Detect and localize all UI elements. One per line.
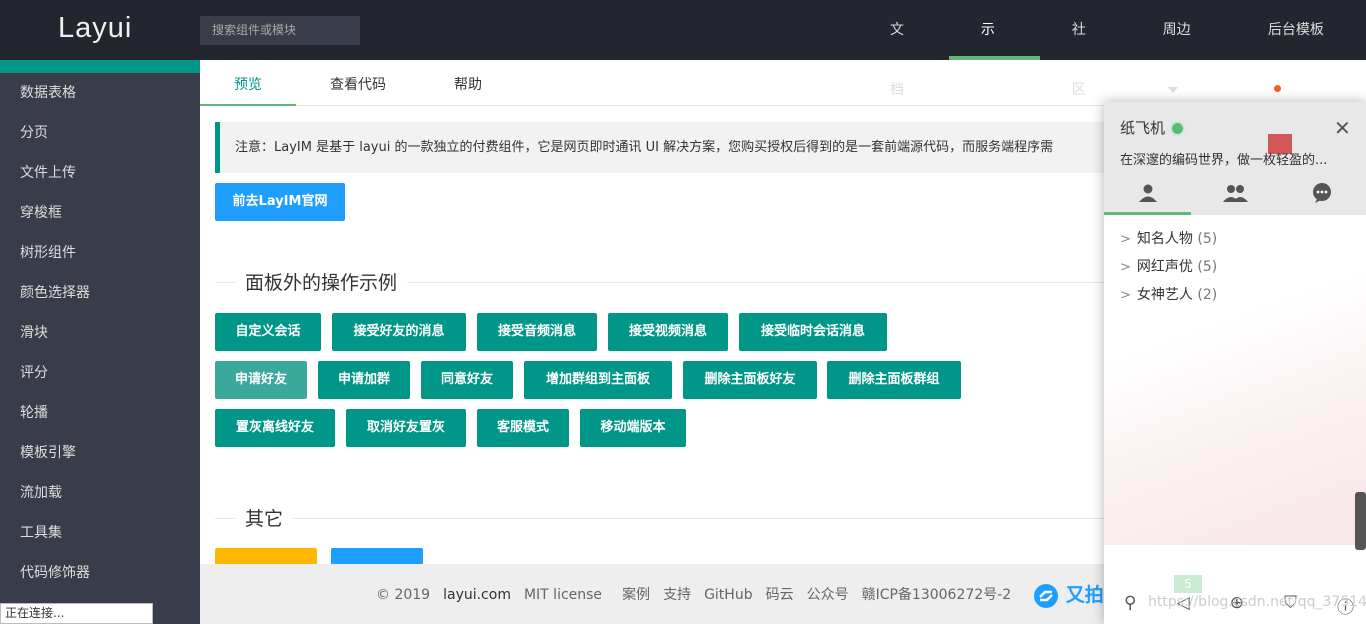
layim-header: 纸飞机 ✕ 在深邃的编码世界，做一枚轻盈的... [1104,102,1366,215]
layui-logo[interactable]: Layui [58,12,132,45]
chevron-right-icon: > [1120,232,1131,247]
footer-link[interactable]: GitHub [704,587,753,603]
demo-tabs: 预览 查看代码 帮助 [200,60,1366,106]
online-status-icon[interactable] [1172,123,1184,134]
sidebar-item[interactable]: 评分 [0,353,200,393]
sidebar-item[interactable]: 文件上传 [0,153,200,193]
action-button[interactable]: 申请加群 [318,361,410,399]
action-button[interactable]: 删除主面板群组 [827,361,961,399]
nav-around-label: 周边 [1162,22,1191,38]
friend-group[interactable]: > 女神艺人 (2) [1104,281,1366,309]
action-button[interactable]: 申请好友 [215,361,307,399]
sidebar-accent [0,60,200,73]
action-button[interactable]: 自定义会话 [215,313,321,351]
layim-username: 纸飞机 [1120,119,1166,137]
top-nav: 文档 示例 社区 周边 后台模板 [858,0,1366,98]
chat-history-tab-icon[interactable] [1278,177,1365,215]
footer-link[interactable]: 案例 [622,587,650,603]
action-button[interactable]: 接受视频消息 [608,313,728,351]
action-button[interactable]: 客服模式 [477,409,569,447]
footer-link[interactable]: 支持 [663,587,691,603]
layim-tabs [1104,177,1366,215]
section-divider [215,518,1165,519]
sidebar-item[interactable]: 轮播 [0,393,200,433]
tab-help[interactable]: 帮助 [420,60,516,106]
nav-around[interactable]: 周边 [1131,0,1236,93]
sidebar-item[interactable]: 穿梭框 [0,193,200,233]
group-name: 网红声优 [1136,259,1193,275]
top-header: Layui 搜索组件或模块 文档 示例 社区 周边 后台模板 [0,0,1366,98]
action-button[interactable]: 移动端版本 [580,409,686,447]
resize-handle[interactable] [1355,492,1366,550]
footer-link[interactable]: 赣ICP备13006272号-2 [862,587,1012,603]
browser-status: 正在连接... [0,603,153,624]
footer-link[interactable]: 公众号 [807,587,849,603]
upyun-icon [1034,583,1059,608]
layim-panel[interactable]: 纸飞机 ✕ 在深邃的编码世界，做一枚轻盈的... > 知名人物 (5) > 网红声优… [1104,102,1366,624]
message-badge: 5 [1174,575,1202,593]
footer-link[interactable]: 码云 [766,587,794,603]
other-button[interactable] [215,548,317,564]
action-button[interactable]: 接受音频消息 [477,313,597,351]
layim-signature[interactable]: 在深邃的编码世界，做一枚轻盈的... [1120,149,1356,168]
group-tab-icon[interactable] [1191,177,1278,215]
sidebar-item[interactable]: 代码修饰器 [0,553,200,593]
nav-admin-template[interactable]: 后台模板 [1236,0,1366,92]
action-button[interactable]: 删除主面板好友 [683,361,817,399]
group-count: (2) [1197,287,1218,303]
group-count: (5) [1197,259,1218,275]
sidebar-item[interactable]: 滑块 [0,313,200,353]
sidebar: 数据表格 分页 文件上传 穿梭框 树形组件 颜色选择器 滑块 评分 轮播 模板引… [0,60,200,624]
layim-toolbar: 5 ⚲ ◁ ⊕ ⛉ ⓘ [1104,545,1366,624]
action-button[interactable]: 接受好友的消息 [332,313,466,351]
site-link[interactable]: layui.com [443,587,511,603]
chevron-right-icon: > [1120,288,1131,303]
nav-examples[interactable]: 示例 [948,0,1040,98]
watermark: https://blog.csdn.net/qq_37514835 [1148,594,1366,610]
nav-docs[interactable]: 文档 [858,0,949,98]
sidebar-item[interactable]: 树形组件 [0,233,200,273]
tab-preview[interactable]: 预览 [200,60,296,106]
action-button[interactable]: 置灰离线好友 [215,409,335,447]
friend-tab-icon[interactable] [1104,177,1191,215]
group-count: (5) [1197,231,1218,247]
chevron-right-icon: > [1120,260,1131,275]
sidebar-item[interactable]: 分页 [0,113,200,153]
close-icon[interactable]: ✕ [1334,116,1351,140]
sidebar-item[interactable]: 工具集 [0,513,200,553]
layim-user: 纸飞机 [1120,117,1184,138]
section-title: 其它 [235,504,294,531]
action-button[interactable]: 接受临时会话消息 [739,313,887,351]
friend-group[interactable]: > 网红声优 (5) [1104,253,1366,281]
action-button[interactable]: 增加群组到主面板 [524,361,672,399]
group-name: 女神艺人 [1136,287,1193,303]
sidebar-item[interactable]: 数据表格 [0,73,200,113]
search-icon[interactable]: ⚲ [1124,593,1136,618]
search-input[interactable]: 搜索组件或模块 [200,16,360,45]
group-name: 知名人物 [1136,231,1193,247]
sidebar-item[interactable]: 流加载 [0,473,200,513]
action-button[interactable]: 取消好友置灰 [346,409,466,447]
other-button[interactable] [331,548,423,564]
license-link[interactable]: MIT license [524,587,602,603]
action-button[interactable]: 同意好友 [421,361,513,399]
friend-group[interactable]: > 知名人物 (5) [1104,225,1366,253]
section-title: 面板外的操作示例 [235,268,408,295]
friend-list: > 知名人物 (5) > 网红声优 (5) > 女神艺人 (2) [1104,215,1366,545]
nav-admin-label: 后台模板 [1267,22,1324,38]
sidebar-item[interactable]: 模板引擎 [0,433,200,473]
layim-official-button[interactable]: 前去LayIM官网 [215,183,345,221]
sidebar-item[interactable]: 颜色选择器 [0,273,200,313]
tab-view-code[interactable]: 查看代码 [296,60,420,106]
notice-box: 注意：LayIM 是基于 layui 的一款独立的付费组件，它是网页即时通讯 U… [215,122,1155,173]
nav-community[interactable]: 社区 [1040,0,1131,98]
copyright: © 2019 [376,587,431,603]
